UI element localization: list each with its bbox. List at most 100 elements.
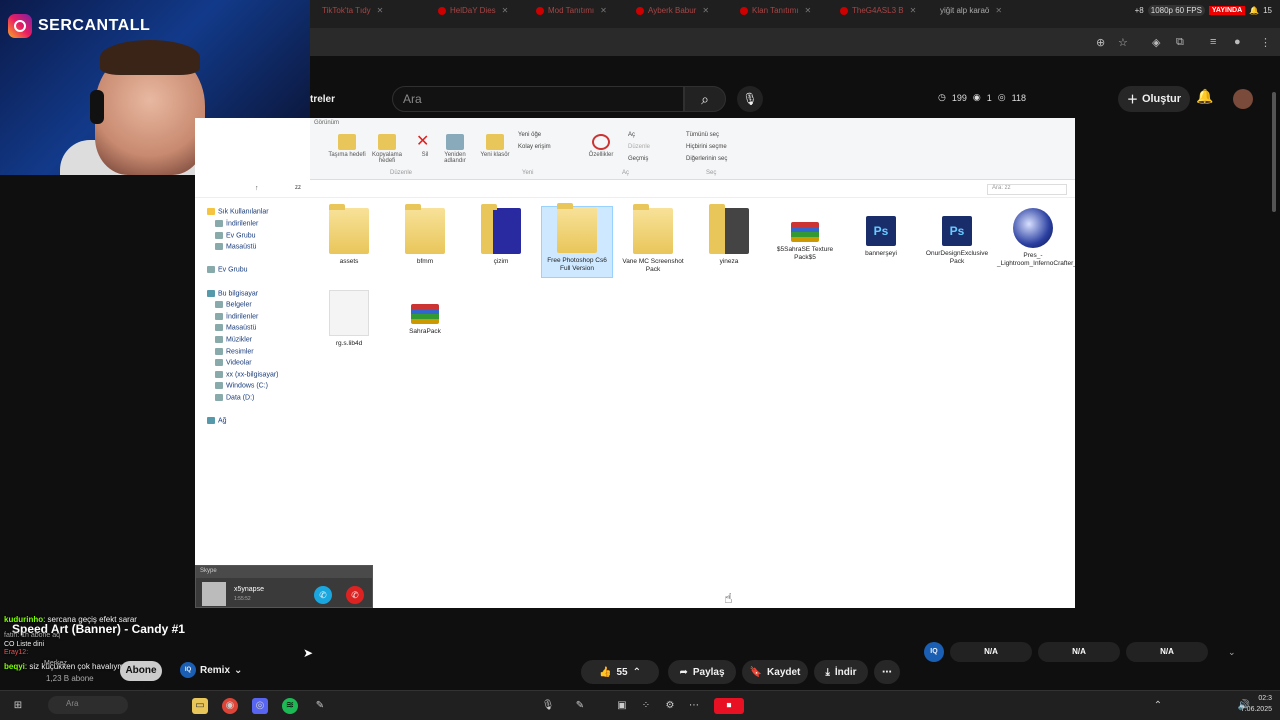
new-item[interactable]: Yeni öğe [518,132,541,138]
nav-item[interactable]: xx (xx-bilgisayar) [215,371,279,378]
download-button[interactable]: ⤓ İndir [814,660,868,684]
nav-item[interactable]: Ev Grubu [207,266,248,273]
decline-call-button[interactable]: ✆ [346,586,364,604]
chevron-down-icon[interactable]: ⌄ [1228,647,1236,658]
accept-call-button[interactable]: ✆ [314,586,332,604]
taskbar-clock[interactable]: 02:3 7.06.2025 [1241,693,1272,715]
tab[interactable]: Ayberk Babur ✕ [636,6,709,22]
properties-button[interactable]: Özellikler [582,152,620,158]
search-input[interactable]: Ara [392,86,684,112]
notifications-bell-icon[interactable]: 🔔 [1196,88,1213,105]
scrollbar[interactable] [1272,92,1276,212]
subscribe-button[interactable]: Abone ol [120,661,162,696]
iq-value: N/A [1038,642,1120,662]
easy-access[interactable]: Kolay erişim [518,144,551,150]
stop-recording-icon[interactable]: ⏹ [714,698,744,714]
video-player[interactable]: Görünüm Taşıma hedefi Kopyalama hedefi ✕… [195,118,1075,608]
tray-chevron-icon[interactable]: ⌃ [1150,698,1166,714]
nav-item[interactable]: Müzikler [215,336,252,343]
pen-icon[interactable]: ✎ [572,698,588,714]
nav-item[interactable]: Masaüstü [215,324,256,331]
iq-value: N/A [1126,642,1208,662]
spotify-icon[interactable]: ≋ [282,698,298,714]
subscriber-count: 1,23 B abone [46,674,94,683]
file-item[interactable]: SahraPack [389,290,461,336]
chrome-icon[interactable]: ◉ [222,698,238,714]
address-bar[interactable]: ⊕ ☆ ◈ ⧉ ≡ ● ⋮ [310,28,1280,56]
nav-item[interactable]: Resimler [215,348,254,355]
move-to-button[interactable]: Taşıma hedefi [328,152,366,158]
edit-item[interactable]: Düzenle [628,144,650,150]
app-icon[interactable]: ✎ [312,698,328,714]
nav-item[interactable]: Sık Kullanılanlar [207,208,269,215]
file-item[interactable]: $5SahraSE Texture Pack$5 [769,208,841,262]
puzzle-icon[interactable]: ⧉ [1176,36,1184,49]
nav-item[interactable]: Windows (C:) [215,382,268,389]
file-item[interactable]: assets [313,204,385,266]
kebab-icon[interactable]: ⋮ [1260,36,1271,49]
select-none[interactable]: Hiçbirini seçme [686,144,727,150]
menu-icon[interactable]: ≡ [1210,36,1216,48]
new-folder-button[interactable]: Yeni klasör [478,152,512,158]
history-item[interactable]: Geçmiş [628,156,648,162]
nav-item[interactable]: Ağ [207,417,227,424]
share-button[interactable]: ➦ Paylaş [668,660,736,684]
folder-icon [329,204,369,254]
ribbon-tab[interactable]: Görünüm [314,120,339,126]
nav-fragment[interactable]: treler [310,94,335,105]
nav-item[interactable]: Bu bilgisayar [207,290,258,297]
select-all[interactable]: Tümünü seç [686,132,719,138]
file-item-selected[interactable]: Free Photoshop Cs6 Full Version [541,203,613,278]
more-icon[interactable]: ⋯ [686,698,702,714]
file-item[interactable]: rg.s.lib4d [313,290,385,348]
file-item[interactable]: yineza [693,204,765,266]
tab[interactable]: Klan Tanıtımı ✕ [740,6,811,22]
tab[interactable]: TheG4ASL3 B ✕ [840,6,916,22]
file-item[interactable]: Ps bannerşeyi [845,208,917,258]
avatar[interactable] [1233,89,1253,109]
extension-icon[interactable]: ◈ [1152,36,1160,49]
more-button[interactable]: ⋯ [874,660,900,684]
nav-item[interactable]: İndirilenler [215,220,258,227]
nav-item[interactable]: Belgeler [215,301,252,308]
like-button[interactable]: 👍 55 ⌃ [581,660,659,684]
monitor-icon[interactable]: ▣ [614,698,630,714]
file-item[interactable]: bfmm [389,204,461,266]
taskbar-search-input[interactable]: Ara [48,696,128,714]
file-item[interactable]: Ps OnurDesignExclusive Pack [921,208,993,266]
profile-icon[interactable]: ● [1234,36,1241,48]
open-item[interactable]: Aç [628,132,635,138]
mic-icon[interactable]: 🎙 [540,698,556,714]
settings-icon[interactable]: ⚙ [662,698,678,714]
tab[interactable]: yiğit alp karaö ✕ [940,6,1002,22]
mic-button[interactable]: 🎙 [737,86,763,112]
file-explorer-icon[interactable]: ▭ [192,698,208,714]
star-icon[interactable]: ☆ [1118,36,1128,49]
nav-item[interactable]: Masaüstü [215,243,256,250]
file-item[interactable]: çizim [465,204,537,266]
nav-item[interactable]: Ev Grubu [215,232,256,239]
iq-icon[interactable]: IQ [924,642,944,662]
explorer-address-bar[interactable]: ↑ zz Ara: zz [195,182,1075,198]
nav-item[interactable]: Data (D:) [215,394,254,401]
rename-button[interactable]: Yeniden adlandır [436,152,474,164]
file-item[interactable]: Vane MC Screenshot Pack [617,204,689,274]
copy-to-button[interactable]: Kopyalama hedefi [366,152,408,164]
nav-item[interactable]: İndirilenler [215,313,258,320]
start-icon[interactable]: ⊞ [10,698,26,714]
explorer-search-input[interactable]: Ara: zz [987,184,1067,195]
create-button[interactable]: ＋ Oluştur [1118,86,1190,112]
grid-icon[interactable]: ⁘ [638,698,654,714]
install-icon[interactable]: ⊕ [1096,36,1105,49]
tab[interactable]: Mod Tanıtımı ✕ [536,6,607,22]
remix-button[interactable]: IQ Remix ⌄ [180,662,242,678]
search-button[interactable]: ⌕ [684,86,726,112]
tab[interactable]: HelDaY Dies ✕ [438,6,508,22]
file-item[interactable]: Pres_-_Lightroom_InfernoCrafter_LR_Edit [997,208,1075,268]
invert-selection[interactable]: Diğerlerinin seç [686,156,727,162]
tab[interactable]: TikTok'ta Tıdy ✕ [322,6,383,22]
headset [90,90,104,124]
save-button[interactable]: 🔖 Kaydet [742,660,808,684]
nav-item[interactable]: Videolar [215,359,252,366]
discord-icon[interactable]: ◎ [252,698,268,714]
